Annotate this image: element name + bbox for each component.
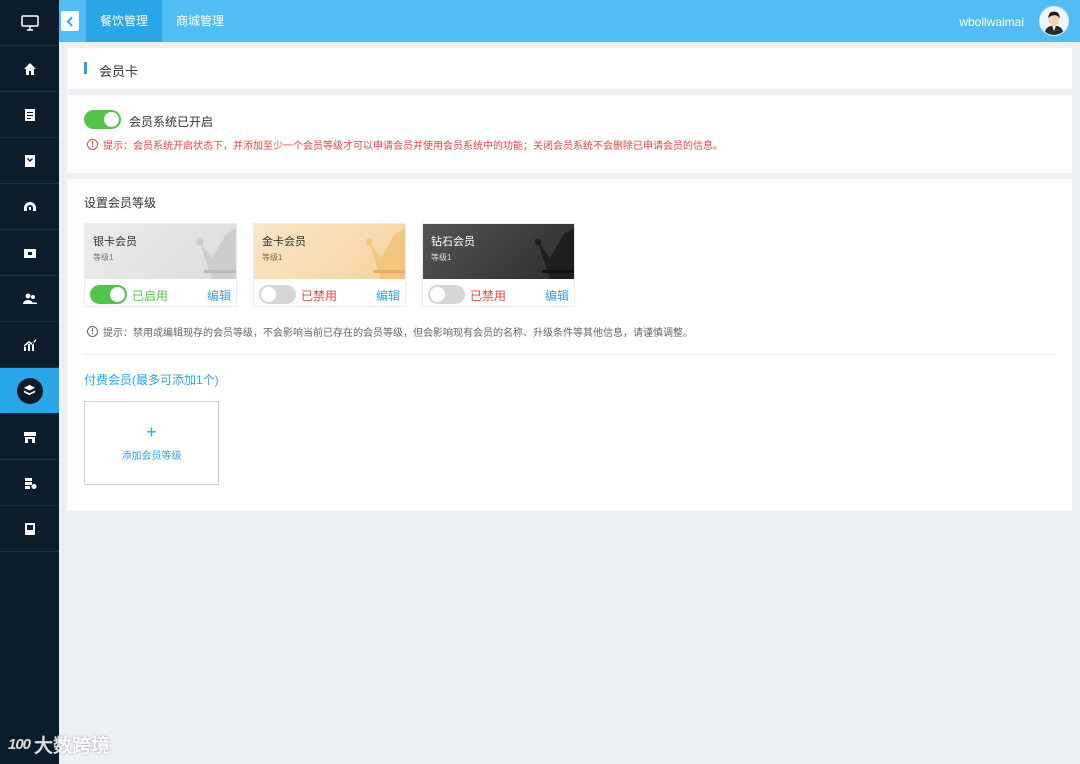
info-icon: ! bbox=[87, 326, 98, 337]
stats-icon bbox=[23, 338, 36, 351]
card-name: 银卡会员 bbox=[93, 236, 137, 248]
add-level-label: 添加会员等级 bbox=[121, 451, 182, 462]
username[interactable]: wbollwaimai bbox=[959, 0, 1024, 44]
card-status: 已启用 bbox=[132, 289, 169, 303]
watermark-text: 大数跨境 bbox=[34, 735, 111, 757]
level-card-gold: 金卡会员 等级1 已禁用 编辑 bbox=[253, 223, 406, 307]
page-header: 会员卡 bbox=[67, 48, 1072, 89]
crown-icon bbox=[365, 228, 405, 279]
card-header: 银卡会员 等级1 bbox=[85, 224, 236, 279]
sidebar-item-inbox[interactable] bbox=[0, 138, 59, 184]
wallet-icon bbox=[23, 248, 36, 258]
sidebar-item-store[interactable] bbox=[0, 414, 59, 460]
levels-tip: ! 提示：禁用或编辑现存的会员等级，不会影响当前已存在的会员等级，但会影响现有会… bbox=[87, 324, 693, 339]
card-status: 已禁用 bbox=[470, 289, 507, 303]
home-icon bbox=[23, 62, 36, 75]
add-level-button[interactable]: + 添加会员等级 bbox=[84, 401, 219, 485]
inbox-icon bbox=[24, 154, 35, 167]
card-level: 等级1 bbox=[262, 253, 283, 262]
sidebar-item-finance[interactable] bbox=[0, 230, 59, 276]
card-name: 金卡会员 bbox=[262, 236, 306, 248]
crown-icon bbox=[196, 228, 236, 279]
book-icon bbox=[24, 522, 35, 535]
sidebar-item-dashboard[interactable] bbox=[0, 184, 59, 230]
card-status: 已禁用 bbox=[301, 289, 338, 303]
sidebar-item-book[interactable] bbox=[0, 506, 59, 552]
card-header: 钻石会员 等级1 bbox=[423, 224, 574, 279]
member-system-label: 会员系统已开启 bbox=[129, 115, 214, 129]
collapse-button[interactable] bbox=[61, 11, 79, 31]
crown-icon bbox=[534, 228, 574, 279]
level-toggle-silver[interactable] bbox=[90, 285, 127, 304]
watermark-logo: 100 bbox=[8, 735, 31, 753]
edit-link-diamond[interactable]: 编辑 bbox=[545, 287, 569, 304]
sidebar-item-monitor[interactable] bbox=[0, 0, 59, 46]
settings-icon bbox=[24, 477, 37, 489]
sidebar-item-users[interactable] bbox=[0, 276, 59, 322]
plus-icon: + bbox=[146, 422, 157, 442]
member-system-hint: ! 提示：会员系统开启状态下，并添加至少一个会员等级才可以申请会员并使用会员系统… bbox=[87, 137, 723, 152]
divider bbox=[84, 354, 1054, 355]
tab-catering[interactable]: 餐饮管理 bbox=[86, 0, 163, 42]
card-level: 等级1 bbox=[431, 253, 452, 262]
info-icon: ! bbox=[87, 139, 98, 150]
edit-link-silver[interactable]: 编辑 bbox=[207, 287, 231, 304]
paid-member-title: 付费会员(最多可添加1个) bbox=[84, 373, 219, 387]
level-toggle-diamond[interactable] bbox=[428, 285, 465, 304]
avatar[interactable] bbox=[1039, 6, 1069, 36]
users-icon bbox=[22, 293, 37, 304]
member-levels-panel: 设置会员等级 银卡会员 等级1 已启用 编辑 金卡会员 等级1 已禁用 编辑 钻… bbox=[67, 179, 1072, 510]
member-system-panel: 会员系统已开启 ! 提示：会员系统开启状态下，并添加至少一个会员等级才可以申请会… bbox=[67, 95, 1072, 173]
watermark: 100 大数跨境 bbox=[8, 730, 110, 758]
chevron-left-icon bbox=[66, 15, 73, 27]
title-accent bbox=[84, 62, 87, 74]
tab-mall[interactable]: 商城管理 bbox=[162, 0, 238, 42]
sidebar bbox=[0, 0, 59, 764]
sidebar-item-home[interactable] bbox=[0, 46, 59, 92]
level-toggle-gold[interactable] bbox=[259, 285, 296, 304]
sidebar-item-member[interactable] bbox=[0, 368, 59, 414]
level-card-diamond: 钻石会员 等级1 已禁用 编辑 bbox=[422, 223, 575, 307]
card-level: 等级1 bbox=[93, 253, 114, 262]
layers-icon bbox=[16, 377, 43, 404]
store-icon bbox=[23, 431, 36, 443]
sidebar-item-orders[interactable] bbox=[0, 92, 59, 138]
member-system-hint-text: 提示：会员系统开启状态下，并添加至少一个会员等级才可以申请会员并使用会员系统中的… bbox=[103, 141, 723, 152]
member-system-toggle[interactable] bbox=[84, 110, 121, 129]
levels-title: 设置会员等级 bbox=[84, 196, 157, 210]
edit-link-gold[interactable]: 编辑 bbox=[376, 287, 400, 304]
sidebar-item-stats[interactable] bbox=[0, 322, 59, 368]
card-header: 金卡会员 等级1 bbox=[254, 224, 405, 279]
document-icon bbox=[24, 108, 35, 121]
page-title: 会员卡 bbox=[99, 64, 139, 79]
top-bar: 餐饮管理 商城管理 wbollwaimai bbox=[59, 0, 1080, 42]
monitor-icon bbox=[20, 14, 39, 31]
level-card-silver: 银卡会员 等级1 已启用 编辑 bbox=[84, 223, 237, 307]
dashboard-icon bbox=[23, 201, 36, 211]
levels-tip-text: 提示：禁用或编辑现存的会员等级，不会影响当前已存在的会员等级，但会影响现有会员的… bbox=[103, 328, 693, 339]
card-name: 钻石会员 bbox=[431, 236, 475, 248]
sidebar-item-settings[interactable] bbox=[0, 460, 59, 506]
